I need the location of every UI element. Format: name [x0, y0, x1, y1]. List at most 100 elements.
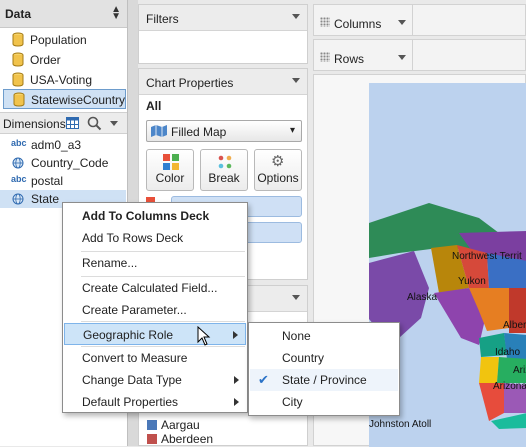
- legend-swatch: [147, 434, 157, 444]
- chart-properties-title: Chart Properties: [146, 76, 234, 90]
- checkmark-icon: ✔: [258, 372, 269, 387]
- string-type-icon: abc: [11, 174, 27, 184]
- columns-grip-icon: [320, 17, 330, 27]
- chevron-down-icon[interactable]: [292, 78, 300, 83]
- legend-item[interactable]: Aargau: [147, 418, 307, 432]
- database-icon: [13, 92, 25, 107]
- submenu-arrow-icon: [234, 376, 239, 384]
- menu-item-create-parameter[interactable]: Create Parameter...: [64, 299, 246, 321]
- menu-item-label: Add To Rows Deck: [82, 231, 184, 245]
- dimension-label: adm0_a3: [31, 138, 82, 152]
- data-source-label: Population: [30, 33, 87, 47]
- menu-item-label: Rename...: [82, 256, 138, 270]
- map-label: Johnston Atoll: [369, 419, 432, 430]
- chevron-down-icon[interactable]: [292, 295, 300, 300]
- database-icon: [12, 52, 24, 67]
- options-button-label: Options: [257, 171, 299, 185]
- chart-properties-header: Chart Properties: [139, 69, 307, 95]
- color-button-label: Color: [155, 171, 185, 185]
- globe-icon: [12, 193, 24, 205]
- chevron-down-icon[interactable]: [398, 20, 406, 25]
- data-source-label: USA-Voting: [30, 73, 93, 87]
- legend-swatch: [147, 420, 157, 430]
- submenu-item-label: City: [282, 395, 303, 409]
- chevron-down-icon: ▾: [289, 125, 295, 136]
- submenu-item-label: Country: [282, 351, 325, 365]
- sort-icon[interactable]: ▲ ▼: [111, 5, 121, 22]
- legend-label: Aberdeen: [161, 432, 214, 446]
- menu-item-convert-to-measure[interactable]: Convert to Measure: [64, 347, 246, 369]
- string-type-icon: abc: [11, 138, 27, 148]
- data-source-label: Order: [30, 53, 61, 67]
- color-palette-icon: [163, 154, 179, 170]
- submenu-item-country[interactable]: Country: [250, 347, 398, 369]
- chevron-down-icon[interactable]: [398, 55, 406, 60]
- data-source-statewisecountry[interactable]: StatewiseCountry: [3, 89, 126, 109]
- submenu-item-state-province[interactable]: ✔ State / Province: [250, 369, 398, 391]
- columns-deck[interactable]: Columns: [313, 4, 526, 36]
- menu-item-rename[interactable]: Rename...: [64, 252, 246, 274]
- menu-item-create-calculated-field[interactable]: Create Calculated Field...: [64, 277, 246, 299]
- database-icon: [12, 32, 24, 47]
- context-menu: Add To Columns Deck Add To Rows Deck Ren…: [62, 202, 248, 413]
- chevron-down-icon[interactable]: [292, 14, 300, 19]
- dimension-item[interactable]: abc adm0_a3: [0, 136, 126, 154]
- menu-item-add-to-columns[interactable]: Add To Columns Deck: [64, 205, 246, 227]
- data-panel-header: Data ▲ ▼: [0, 0, 127, 28]
- options-button[interactable]: ⚙ Options: [254, 149, 302, 191]
- search-icon[interactable]: [87, 116, 102, 131]
- menu-separator: [81, 321, 245, 322]
- rows-grip-icon: [320, 52, 330, 62]
- menu-item-label: Convert to Measure: [82, 351, 188, 365]
- submenu-item-none[interactable]: None: [250, 325, 398, 347]
- chevron-down-icon[interactable]: [110, 121, 118, 126]
- map-icon: [151, 125, 167, 137]
- table-icon[interactable]: [66, 117, 79, 129]
- gear-icon: ⚙: [271, 153, 285, 170]
- legend-item[interactable]: Aberdeen: [147, 432, 307, 446]
- scope-label: All: [146, 99, 162, 113]
- menu-item-change-data-type[interactable]: Change Data Type: [64, 369, 246, 391]
- legend-label: Aargau: [161, 418, 200, 432]
- dimension-item[interactable]: Country_Code: [0, 154, 126, 172]
- columns-deck-label: Columns: [334, 17, 382, 31]
- rows-deck[interactable]: Rows: [313, 39, 526, 71]
- dimension-item[interactable]: abc postal: [0, 172, 126, 190]
- mouse-cursor-icon: [197, 326, 211, 346]
- submenu-item-city[interactable]: City: [250, 391, 398, 413]
- dimension-label: Country_Code: [31, 156, 109, 170]
- submenu-arrow-icon: [234, 398, 239, 406]
- data-source-population[interactable]: Population: [3, 30, 126, 50]
- break-button-label: Break: [208, 171, 240, 185]
- menu-item-geographic-role[interactable]: Geographic Role: [64, 323, 246, 345]
- map-label: Idaho: [495, 347, 521, 358]
- break-button[interactable]: Break: [200, 149, 248, 191]
- map-label: Alaska: [407, 292, 438, 303]
- dimensions-title: Dimensions: [3, 117, 66, 131]
- chart-type-select[interactable]: Filled Map ▾: [146, 120, 302, 142]
- filters-title: Filters: [146, 12, 179, 26]
- submenu-item-label: State / Province: [282, 373, 367, 387]
- menu-item-label: Change Data Type: [82, 373, 182, 387]
- color-button[interactable]: Color: [146, 149, 194, 191]
- geographic-role-submenu: None Country ✔ State / Province City: [248, 322, 400, 416]
- menu-item-default-properties[interactable]: Default Properties: [64, 391, 246, 413]
- menu-item-label: Geographic Role: [83, 328, 174, 342]
- map-region: [479, 357, 499, 383]
- rows-deck-label: Rows: [334, 52, 365, 66]
- menu-item-add-to-rows[interactable]: Add To Rows Deck: [64, 227, 246, 249]
- dimensions-header: Dimensions: [0, 112, 127, 134]
- dimension-label: postal: [31, 174, 64, 188]
- filters-panel: Filters: [138, 4, 308, 64]
- data-source-order[interactable]: Order: [3, 50, 126, 70]
- database-icon: [12, 72, 24, 87]
- map-label: Albert: [503, 320, 526, 331]
- data-source-label: StatewiseCountry: [31, 93, 126, 107]
- menu-item-label: Create Parameter...: [82, 303, 187, 317]
- submenu-arrow-icon: [233, 331, 238, 339]
- data-source-usa-voting[interactable]: USA-Voting: [3, 70, 126, 90]
- filters-header: Filters: [139, 5, 307, 31]
- submenu-item-label: None: [282, 329, 311, 343]
- map-label: Ariz: [513, 365, 526, 376]
- dimension-label: State: [31, 192, 60, 206]
